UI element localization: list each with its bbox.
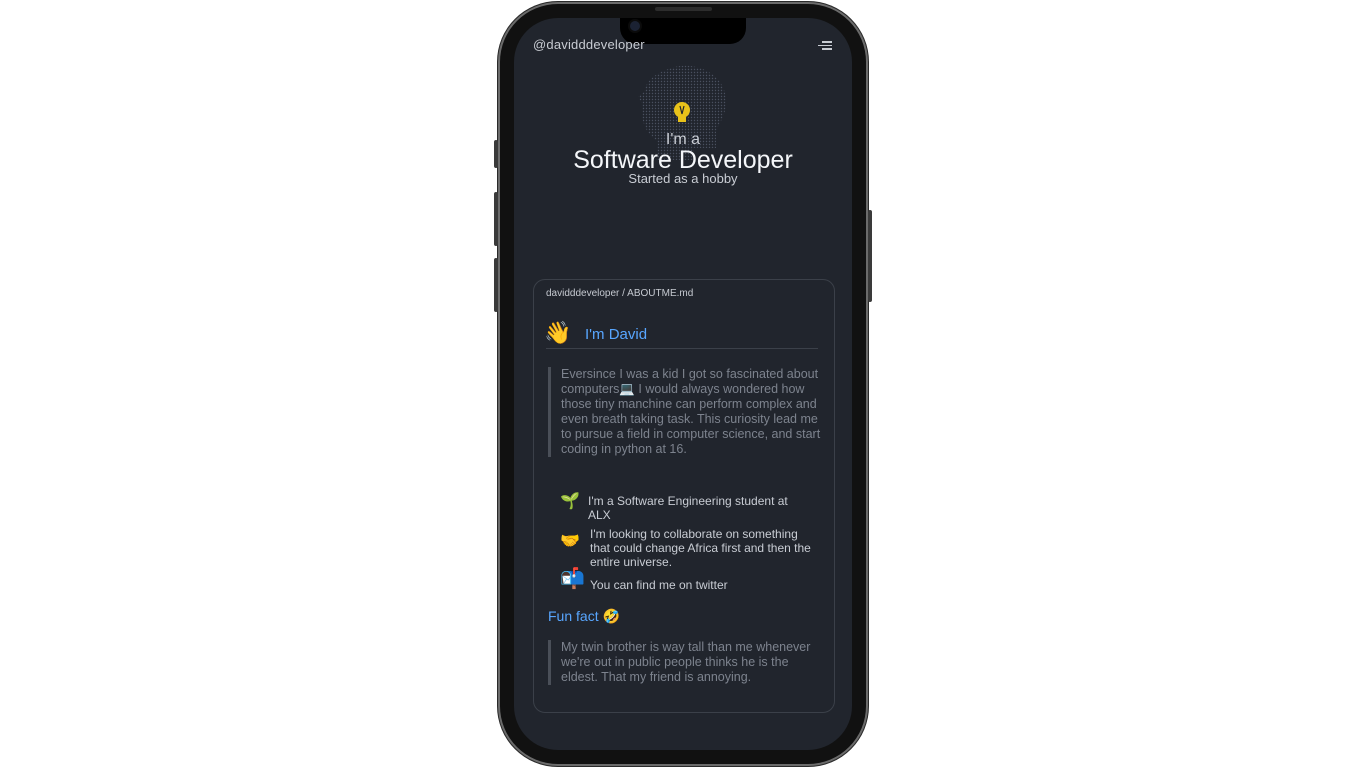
laughing-face-icon: 🤣 bbox=[602, 608, 620, 624]
hero-tagline: Started as a hobby bbox=[628, 171, 738, 186]
seedling-icon: 🌱 bbox=[560, 493, 580, 510]
waving-hand-icon: 👋 bbox=[544, 320, 572, 345]
list-item: 🤝 I'm looking to collaborate on somethin… bbox=[560, 527, 811, 569]
bio-quote: Eversince I was a kid I got so fascinate… bbox=[548, 367, 823, 457]
camera bbox=[630, 21, 640, 31]
fun-fact-quote: My twin brother is way tall than me when… bbox=[548, 640, 823, 685]
site-handle[interactable]: @davidddeveloper bbox=[533, 37, 645, 52]
mailbox-icon: 📬 bbox=[560, 568, 585, 590]
list-item: 🌱 I'm a Software Engineering student at … bbox=[560, 493, 788, 523]
fun-fact-heading: Fun fact 🤣 bbox=[548, 608, 620, 624]
handshake-icon: 🤝 bbox=[560, 533, 580, 550]
breadcrumb[interactable]: davidddeveloper / ABOUTME.md bbox=[546, 288, 693, 299]
menu-icon[interactable] bbox=[818, 41, 832, 51]
speaker bbox=[655, 7, 712, 11]
greeting-heading: I'm David bbox=[585, 326, 648, 343]
divider bbox=[546, 348, 818, 349]
list-item[interactable]: 📬 You can find me on twitter bbox=[560, 569, 814, 592]
